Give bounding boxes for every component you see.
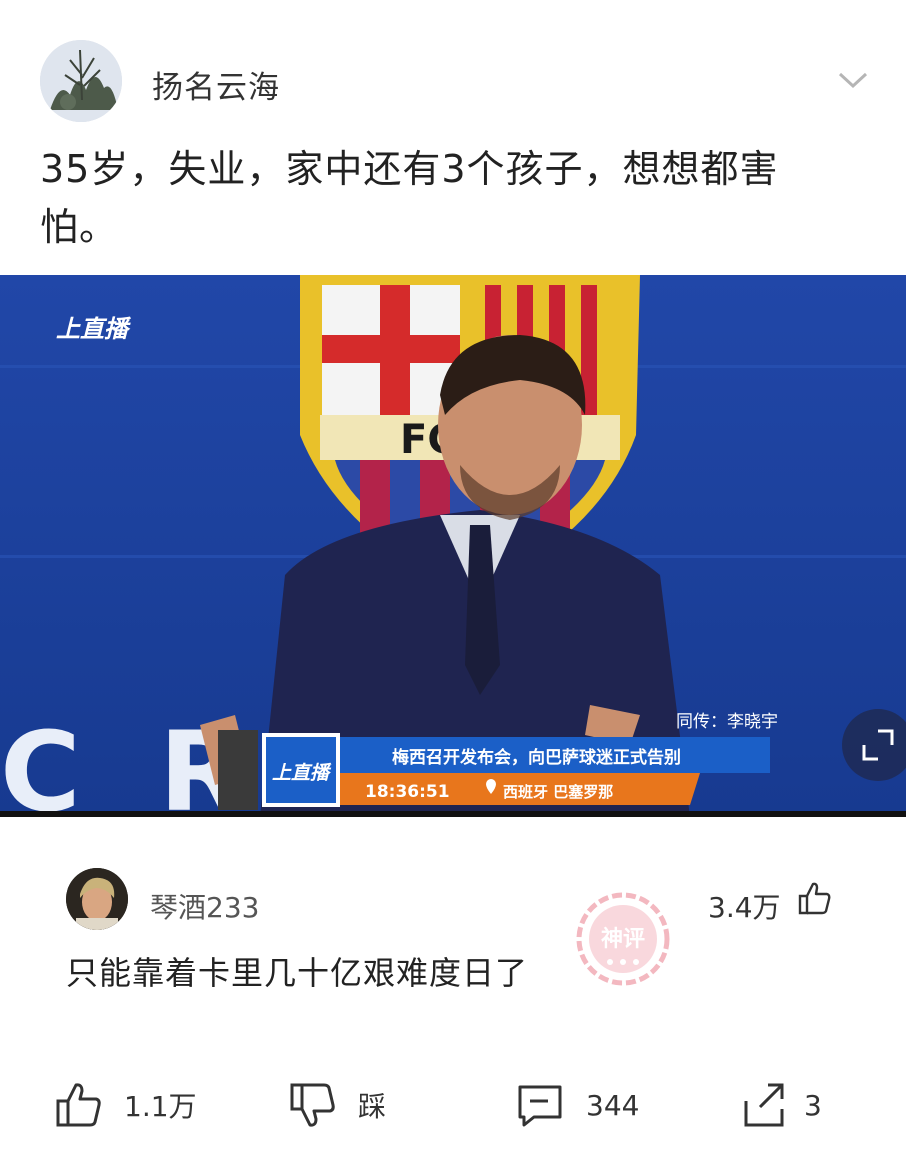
thumbs-down-icon [290,1083,335,1127]
top-comment: 琴酒233 3.4万 神评 只能靠着卡里几十亿艰难度日了 [0,830,906,1030]
share-count: 3 [804,1088,822,1122]
dislike-label: 踩 [358,1090,387,1123]
commenter-avatar[interactable] [66,868,128,930]
comment-bubble-icon [518,1085,562,1127]
comment-like-count: 3.4万 [708,891,781,924]
like-count: 1.1万 [124,1090,197,1123]
like-button[interactable]: 1.1万 [54,1080,197,1130]
broadcast-location: 西班牙 巴塞罗那 [503,783,613,801]
author-avatar[interactable] [40,40,122,122]
action-bar: 1.1万 踩 344 3 [0,1060,906,1150]
chevron-down-icon[interactable] [836,66,870,92]
share-arrow-icon [744,1083,784,1127]
stamp-text: 神评 [601,926,645,952]
comment-text: 只能靠着卡里几十亿艰难度日了 [66,954,529,992]
post-text: 35岁，失业，家中还有3个孩子，想想都害怕。 [40,147,779,249]
thumbs-up-icon[interactable] [796,880,832,916]
correspondent-caption: 同传：李晓宇 [676,712,778,732]
share-button[interactable]: 3 [740,1080,822,1130]
commenter-name[interactable]: 琴酒233 [150,886,259,926]
dislike-button[interactable]: 踩 [288,1080,386,1130]
broadcast-time: 18:36:51 [365,782,450,802]
channel-watermark: 上直播 [56,315,132,343]
headline: 梅西召开发布会，向巴萨球迷正式告别 [392,747,681,768]
comment-count: 344 [586,1088,640,1122]
author-name[interactable]: 扬名云海 [152,62,280,107]
video-player[interactable]: FC 上直播 C R ON 同传：李晓宇 上直播 梅西召开发布会，向巴萨球迷正式… [0,275,906,817]
comment-button[interactable]: 344 [516,1080,639,1130]
post-header: 扬名云海 [0,0,906,130]
featured-comment-stamp: 神评 [576,892,670,986]
thumbs-up-icon [56,1083,101,1127]
lower-third-logo: 上直播 [272,762,332,784]
